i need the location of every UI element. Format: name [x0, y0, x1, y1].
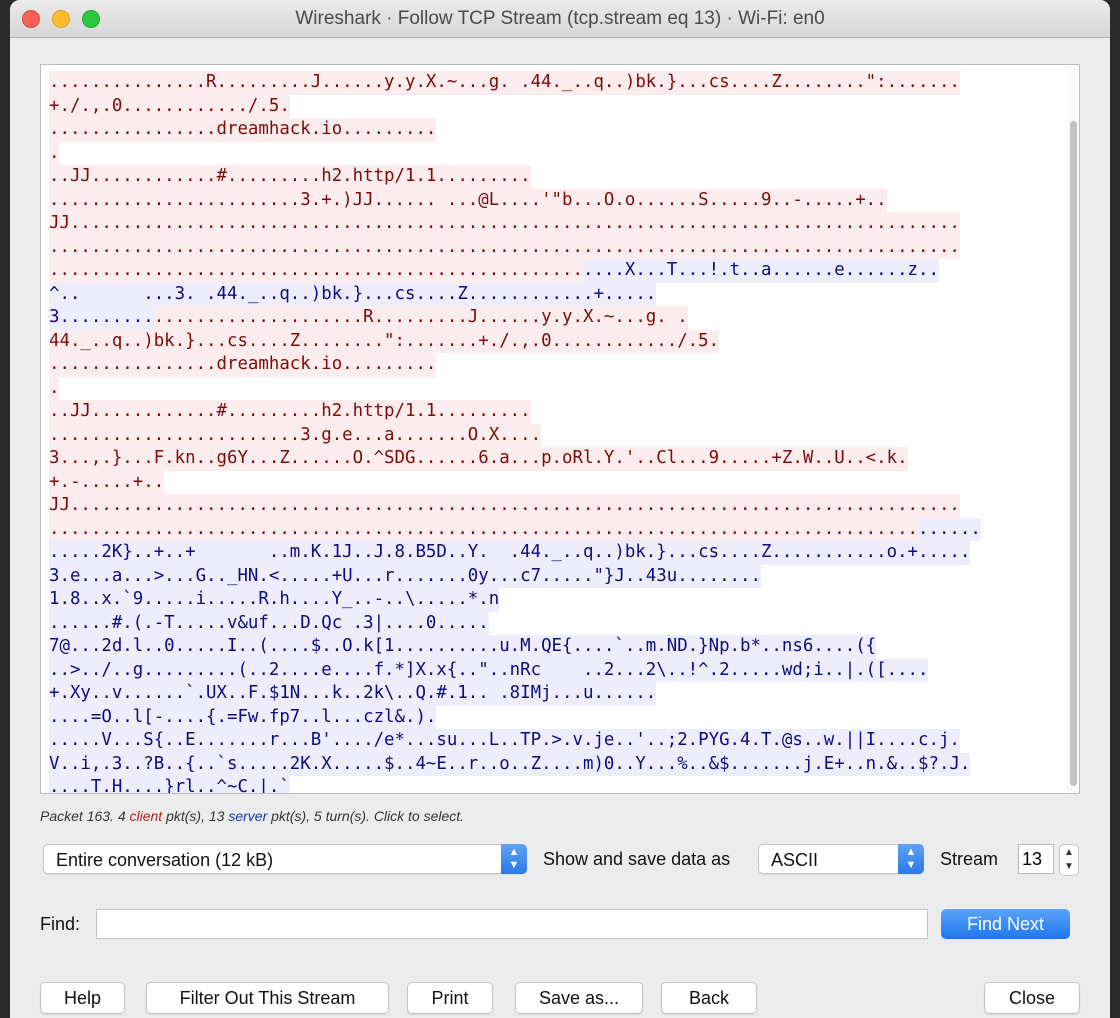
client-data[interactable]: .	[49, 376, 60, 400]
client-data[interactable]: ........................................…	[49, 259, 583, 283]
chevron-up-icon[interactable]: ▲	[1064, 847, 1074, 858]
stream-line[interactable]: ...............R.........J......y.y.X.~.…	[49, 71, 981, 95]
server-data[interactable]: 7@...2d.l..0.....I..(....$..O.k[1.......…	[49, 635, 877, 659]
stream-number-input[interactable]: 13	[1018, 844, 1054, 874]
server-data[interactable]: V..i,.3..?B..{..`s.....2K.X.....$..4~E..…	[49, 752, 971, 776]
stream-line[interactable]: 3.............................R.........…	[49, 306, 981, 330]
stream-line[interactable]: ........................................…	[49, 259, 981, 283]
stream-line[interactable]: ^.. ...3. .44._..q..)bk.}...cs....Z.....…	[49, 282, 981, 306]
stream-line[interactable]: .....V...S{..E.......r...B'..../e*...su.…	[49, 729, 981, 753]
client-data[interactable]: ....................R.........J......y.y…	[153, 306, 688, 330]
stream-line[interactable]: +./.,.0............/.5.	[49, 94, 981, 118]
status-client-label: client	[129, 808, 163, 824]
client-data[interactable]: ........................3.+.)JJ...... ..…	[49, 188, 887, 212]
stream-line[interactable]: ................dreamhack.io.........	[49, 118, 981, 142]
stream-line[interactable]: ........................3.+.)JJ...... ..…	[49, 188, 981, 212]
server-data[interactable]: 3.........	[49, 306, 154, 330]
stream-line[interactable]: JJ......................................…	[49, 494, 981, 518]
stream-line[interactable]: ..JJ............#.........h2.http/1.1...…	[49, 400, 981, 424]
server-data[interactable]: .....V...S{..E.......r...B'..../e*...su.…	[49, 729, 960, 753]
stream-line[interactable]: ....T.H....}rl..^~C.|.`	[49, 776, 981, 793]
conversation-select-value: Entire conversation (12 kB)	[56, 850, 274, 870]
client-data[interactable]: .	[49, 141, 60, 165]
client-data[interactable]: ..JJ............#.........h2.http/1.1...…	[49, 400, 531, 424]
stream-line[interactable]: ....=O..l[-....{.=Fw.fp7..l...czl&.).	[49, 705, 981, 729]
client-data[interactable]: ................dreamhack.io.........	[49, 118, 437, 142]
stream-line[interactable]: JJ......................................…	[49, 212, 981, 236]
client-data[interactable]: ........................................…	[49, 235, 960, 259]
stream-line[interactable]: .	[49, 376, 981, 400]
stream-stepper[interactable]: ▲ ▼	[1059, 844, 1079, 876]
server-data[interactable]: 1.8..x.`9.....i.....R.h....Y_..-..\.....…	[49, 588, 500, 612]
stream-line[interactable]: .	[49, 141, 981, 165]
stream-line[interactable]: 3...,.}...F.kn..g6Y...Z......O.^SDG.....…	[49, 447, 981, 471]
stream-line[interactable]: ................dreamhack.io.........	[49, 353, 981, 377]
stream-line[interactable]: 7@...2d.l..0.....I..(....$..O.k[1.......…	[49, 635, 981, 659]
help-button[interactable]: Help	[40, 982, 125, 1014]
stream-line[interactable]: 1.8..x.`9.....i.....R.h....Y_..-..\.....…	[49, 588, 981, 612]
close-button[interactable]: Close	[984, 982, 1080, 1014]
server-data[interactable]: ..>../..g.........(..2....e....f.*]X.x{.…	[49, 658, 929, 682]
client-data[interactable]: JJ......................................…	[49, 212, 960, 236]
server-data[interactable]: 3.e...a...>...G.._HN.<.....+U...r.......…	[49, 564, 761, 588]
stream-line[interactable]: ........................................…	[49, 235, 981, 259]
title-bar[interactable]: Wireshark · Follow TCP Stream (tcp.strea…	[10, 0, 1110, 38]
status-prefix: Packet 163. 4	[40, 808, 130, 824]
server-data[interactable]: ......	[918, 517, 981, 541]
stream-line[interactable]: ..>../..g.........(..2....e....f.*]X.x{.…	[49, 658, 981, 682]
stream-line[interactable]: ..JJ............#.........h2.http/1.1...…	[49, 165, 981, 189]
status-server-label: server	[228, 808, 268, 824]
server-data[interactable]: ....T.H....}rl..^~C.|.`	[49, 776, 290, 793]
find-next-button[interactable]: Find Next	[941, 909, 1070, 939]
stream-line[interactable]: 3.e...a...>...G.._HN.<.....+U...r.......…	[49, 564, 981, 588]
client-data[interactable]: ..JJ............#.........h2.http/1.1...…	[49, 165, 531, 189]
client-data[interactable]: ................dreamhack.io.........	[49, 353, 437, 377]
client-data[interactable]: +.-.....+..	[49, 470, 165, 494]
stream-line[interactable]: V..i,.3..?B..{..`s.....2K.X.....$..4~E..…	[49, 752, 981, 776]
format-select-value: ASCII	[771, 850, 819, 870]
vertical-scrollbar[interactable]	[1067, 65, 1079, 793]
stream-line[interactable]: ........................................…	[49, 517, 981, 541]
client-data[interactable]: ...............R.........J......y.y.X.~.…	[49, 71, 960, 95]
print-button[interactable]: Print	[407, 982, 493, 1014]
client-data[interactable]: 3...,.}...F.kn..g6Y...Z......O.^SDG.....…	[49, 447, 908, 471]
status-middle: pkt(s), 13	[162, 808, 229, 824]
stream-line[interactable]: ........................3.g.e...a.......…	[49, 423, 981, 447]
server-data[interactable]: ^.. ...3. .44._..q..)bk.}...cs....Z.....…	[49, 282, 657, 306]
save-as-button[interactable]: Save as...	[515, 982, 643, 1014]
client-data[interactable]: ........................................…	[49, 517, 919, 541]
find-label: Find:	[40, 914, 81, 934]
server-data[interactable]: +.Xy..v......`.UX..F.$1N...k..2k\..Q.#.1…	[49, 682, 657, 706]
select-chevron-icon: ▲ ▼	[898, 844, 924, 874]
stream-content-area[interactable]: ...............R.........J......y.y.X.~.…	[40, 64, 1080, 794]
server-data[interactable]: ....X...T...!.t..a......e......z..	[582, 259, 939, 283]
server-data[interactable]: ....=O..l[-....{.=Fw.fp7..l...czl&.).	[49, 705, 437, 729]
stream-line[interactable]: 44._..q..)bk.}...cs....Z........":......…	[49, 329, 981, 353]
stream-label: Stream	[940, 849, 999, 869]
stream-line[interactable]: +.-.....+..	[49, 470, 981, 494]
stream-line[interactable]: .....2K}..+..+ ..m.K.1J..J.8.B5D..Y. .44…	[49, 541, 981, 565]
find-input[interactable]	[96, 909, 928, 939]
format-select[interactable]: ASCII ▲ ▼	[758, 844, 924, 874]
filter-out-stream-button[interactable]: Filter Out This Stream	[146, 982, 389, 1014]
back-button[interactable]: Back	[661, 982, 757, 1014]
conversation-select[interactable]: Entire conversation (12 kB) ▲ ▼	[43, 844, 527, 874]
select-chevron-icon: ▲ ▼	[501, 844, 527, 874]
stream-status-text: Packet 163. 4 client pkt(s), 13 server p…	[40, 808, 464, 824]
window-title: Wireshark · Follow TCP Stream (tcp.strea…	[295, 8, 825, 29]
scrollbar-thumb[interactable]	[1070, 121, 1077, 786]
status-suffix: pkt(s), 5 turn(s). Click to select.	[267, 808, 465, 824]
server-data[interactable]: .....2K}..+..+ ..m.K.1J..J.8.B5D..Y. .44…	[49, 541, 971, 565]
client-data[interactable]: ........................3.g.e...a.......…	[49, 423, 542, 447]
client-data[interactable]: +./.,.0............/.5.	[49, 94, 290, 118]
client-data[interactable]: 44._..q..)bk.}...cs....Z........":......…	[49, 329, 720, 353]
stream-lines[interactable]: ...............R.........J......y.y.X.~.…	[49, 71, 981, 793]
client-data[interactable]: JJ......................................…	[49, 494, 960, 518]
stream-line[interactable]: ......#.(.-T.....v&uf...D.Qc .3|....0...…	[49, 611, 981, 635]
stream-line[interactable]: +.Xy..v......`.UX..F.$1N...k..2k\..Q.#.1…	[49, 682, 981, 706]
server-data[interactable]: ......#.(.-T.....v&uf...D.Qc .3|....0...…	[49, 611, 489, 635]
follow-tcp-stream-window: Wireshark · Follow TCP Stream (tcp.strea…	[10, 0, 1110, 1018]
chevron-down-icon[interactable]: ▼	[1064, 861, 1074, 872]
show-as-label: Show and save data as	[543, 849, 731, 869]
